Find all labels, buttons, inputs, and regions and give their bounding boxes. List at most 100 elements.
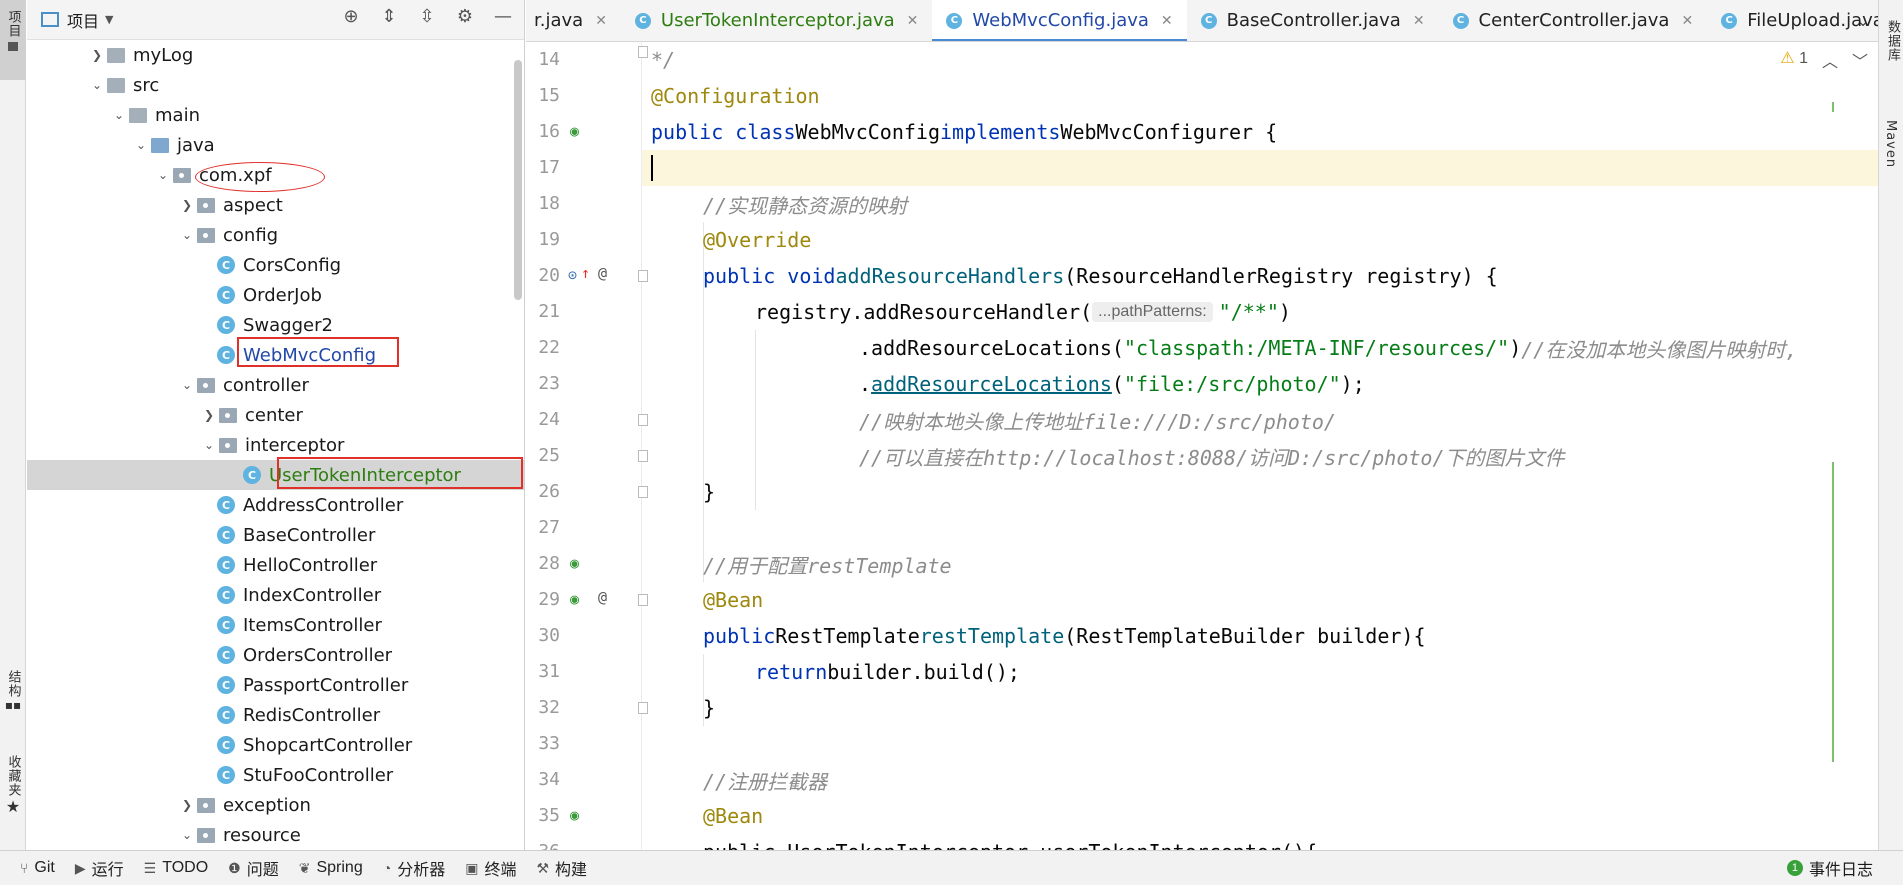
tree-item-java[interactable]: ⌄ java (27, 130, 524, 160)
structure-tool-button[interactable]: 结构 ▪▪ (0, 670, 26, 736)
tree-item-stufoocontroller[interactable]: C StuFooController (27, 760, 524, 790)
code-string: "/**" (1218, 300, 1279, 324)
chevron-right-icon[interactable]: ❯ (177, 798, 197, 812)
fold-marker[interactable] (638, 46, 648, 58)
chevron-down-icon[interactable]: ﹀ (1852, 48, 1868, 72)
chevron-right-icon[interactable]: ❯ (199, 408, 219, 422)
fold-marker[interactable] (638, 270, 648, 282)
project-toolbar: ⊕ ⇕ ⇳ ⚙ — (338, 6, 516, 27)
tree-item-hellocontroller[interactable]: C HelloController (27, 550, 524, 580)
fold-marker[interactable] (638, 414, 648, 426)
todo-tool-button[interactable]: ☰ TODO (144, 859, 209, 877)
close-icon[interactable]: ✕ (1413, 13, 1425, 29)
code-editor[interactable]: 14 15 16 17 18 19 20 21 22 23 24 25 26 2… (526, 42, 1878, 850)
fold-marker[interactable] (638, 594, 648, 606)
chevron-down-icon[interactable]: ⌄ (199, 438, 219, 452)
code-line: public class WebMvcConfig implements Web… (651, 114, 1277, 150)
tree-item-label: myLog (133, 44, 194, 66)
spring-tool-button[interactable]: ❦ Spring (299, 859, 363, 877)
project-tool-button[interactable]: 项目 (0, 0, 26, 80)
collapse-all-icon[interactable]: ⇳ (414, 6, 440, 27)
tree-item-itemscontroller[interactable]: C ItemsController (27, 610, 524, 640)
tab-usertokeninterceptor[interactable]: C UserTokenInterceptor.java ✕ (621, 0, 932, 41)
tree-item-orderjob[interactable]: C OrderJob (27, 280, 524, 310)
arrow-up-icon[interactable]: ↑ (581, 264, 590, 282)
tree-item-orderscontroller[interactable]: C OrdersController (27, 640, 524, 670)
tree-item-config[interactable]: ⌄ config (27, 220, 524, 250)
text-caret (651, 155, 653, 181)
project-scrollbar[interactable] (514, 60, 522, 300)
tree-item-aspect[interactable]: ❯ aspect (27, 190, 524, 220)
at-icon[interactable]: @ (598, 264, 607, 282)
override-icon[interactable]: ⊙ (568, 266, 577, 284)
tree-item-resource[interactable]: ⌄ resource (27, 820, 524, 850)
chevron-down-icon[interactable]: ⌄ (109, 108, 129, 122)
tab-webmvcconfig[interactable]: C WebMvcConfig.java ✕ (932, 0, 1187, 41)
code-keyword: public (703, 624, 776, 648)
locate-icon[interactable]: ⊕ (338, 6, 364, 27)
chevron-right-icon[interactable]: ❯ (177, 198, 197, 212)
tree-item-addresscontroller[interactable]: C AddressController (27, 490, 524, 520)
terminal-tool-button[interactable]: ▣ 终端 (465, 856, 516, 880)
tree-item-interceptor[interactable]: ⌄ interceptor (27, 430, 524, 460)
tab-basecontroller[interactable]: C BaseController.java ✕ (1187, 0, 1439, 41)
tree-item-src[interactable]: ⌄ src (27, 70, 524, 100)
inspection-widget[interactable]: ⚠ 1 ︿ ﹀ (1780, 48, 1868, 72)
fold-marker[interactable] (638, 486, 648, 498)
tree-item-passportcontroller[interactable]: C PassportController (27, 670, 524, 700)
chevron-up-icon[interactable]: ︿ (1822, 48, 1838, 72)
tree-item-rediscontroller[interactable]: C RedisController (27, 700, 524, 730)
project-panel-title[interactable]: 项目 (67, 8, 99, 32)
spring-bean-icon[interactable]: ◉ (570, 590, 579, 608)
problems-tool-button[interactable]: ❶ 问题 (228, 856, 279, 880)
maven-tool-label[interactable]: Maven (1883, 120, 1898, 168)
spring-bean-icon[interactable]: ◉ (570, 122, 579, 140)
close-icon[interactable]: ✕ (1161, 13, 1173, 29)
class-icon: C (217, 316, 235, 334)
tree-item-shopcartcontroller[interactable]: C ShopcartController (27, 730, 524, 760)
git-tool-button[interactable]: ⑂ Git (20, 859, 55, 877)
tree-item-main[interactable]: ⌄ main (27, 100, 524, 130)
chevron-down-icon[interactable]: ⌄ (177, 828, 197, 842)
event-log-button[interactable]: 1 事件日志 (1786, 856, 1873, 880)
line-number: 29 (538, 589, 560, 610)
run-tool-button[interactable]: ▶ 运行 (75, 856, 124, 880)
spring-bean-icon[interactable]: ◉ (570, 554, 579, 572)
chevron-down-icon[interactable]: ⌄ (1848, 0, 1878, 41)
tree-item-basecontroller[interactable]: C BaseController (27, 520, 524, 550)
chevron-down-icon[interactable]: ▼ (105, 13, 113, 26)
tree-item-swagger2[interactable]: C Swagger2 (27, 310, 524, 340)
chevron-down-icon[interactable]: ⌄ (131, 138, 151, 152)
tab-r-java[interactable]: r.java ✕ (526, 0, 621, 41)
minimize-icon[interactable]: — (490, 6, 516, 27)
chevron-down-icon[interactable]: ⌄ (177, 378, 197, 392)
profiler-tool-button[interactable]: ◔ 分析器 (383, 856, 445, 880)
build-tool-button[interactable]: ⚒ 构建 (536, 856, 587, 880)
close-icon[interactable]: ✕ (1681, 13, 1693, 29)
tab-label: r.java (534, 10, 584, 31)
close-icon[interactable]: ✕ (907, 13, 919, 29)
fold-marker[interactable] (638, 450, 648, 462)
warning-indicator[interactable]: ⚠ 1 (1780, 48, 1808, 72)
chevron-down-icon[interactable]: ⌄ (177, 228, 197, 242)
database-tool-label[interactable]: 数据库 (1883, 20, 1902, 62)
tree-item-corsconfig[interactable]: C CorsConfig (27, 250, 524, 280)
chevron-down-icon[interactable]: ⌄ (87, 78, 107, 92)
tab-centercontroller[interactable]: C CenterController.java ✕ (1439, 0, 1708, 41)
code-method-link[interactable]: addResourceLocations (871, 372, 1112, 396)
gear-icon[interactable]: ⚙ (452, 6, 478, 27)
fold-marker[interactable] (638, 702, 648, 714)
tree-item-controller[interactable]: ⌄ controller (27, 370, 524, 400)
at-icon[interactable]: @ (598, 588, 607, 606)
close-icon[interactable]: ✕ (595, 13, 607, 29)
expand-all-icon[interactable]: ⇕ (376, 6, 402, 27)
tree-item-mylog[interactable]: ❯ myLog (27, 40, 524, 70)
code-text: ) (1278, 300, 1291, 324)
favorites-tool-button[interactable]: 收藏夹 ★ (0, 755, 26, 835)
chevron-right-icon[interactable]: ❯ (87, 48, 107, 62)
tree-item-center[interactable]: ❯ center (27, 400, 524, 430)
tree-item-exception[interactable]: ❯ exception (27, 790, 524, 820)
chevron-down-icon[interactable]: ⌄ (153, 168, 173, 182)
tree-item-indexcontroller[interactable]: C IndexController (27, 580, 524, 610)
spring-bean-icon[interactable]: ◉ (570, 806, 579, 824)
